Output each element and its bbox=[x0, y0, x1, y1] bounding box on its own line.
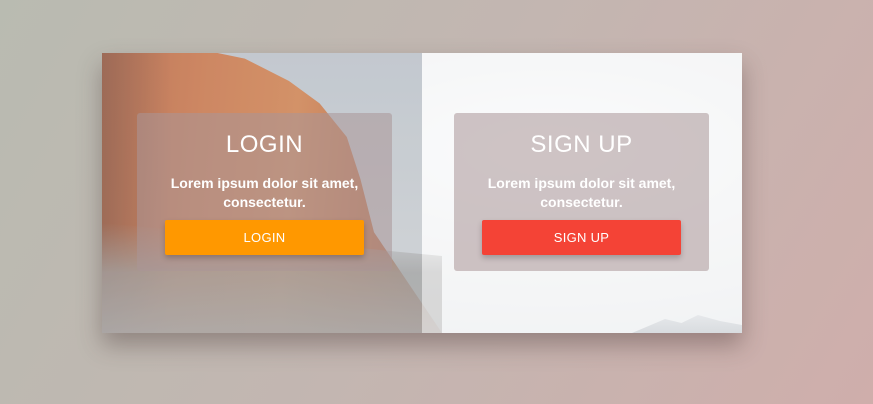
login-title: LOGIN bbox=[225, 131, 304, 158]
login-panel: LOGIN Lorem ipsum dolor sit amet, consec… bbox=[137, 113, 392, 271]
login-description: Lorem ipsum dolor sit amet, consectetur. bbox=[170, 175, 359, 210]
signup-button[interactable]: SIGN UP bbox=[482, 220, 681, 255]
auth-card: LOGIN Lorem ipsum dolor sit amet, consec… bbox=[102, 53, 742, 333]
signup-title: SIGN UP bbox=[530, 131, 633, 158]
login-button[interactable]: LOGIN bbox=[165, 220, 364, 255]
signup-panel: SIGN UP Lorem ipsum dolor sit amet, cons… bbox=[454, 113, 709, 271]
signup-description: Lorem ipsum dolor sit amet, consectetur. bbox=[487, 175, 676, 210]
